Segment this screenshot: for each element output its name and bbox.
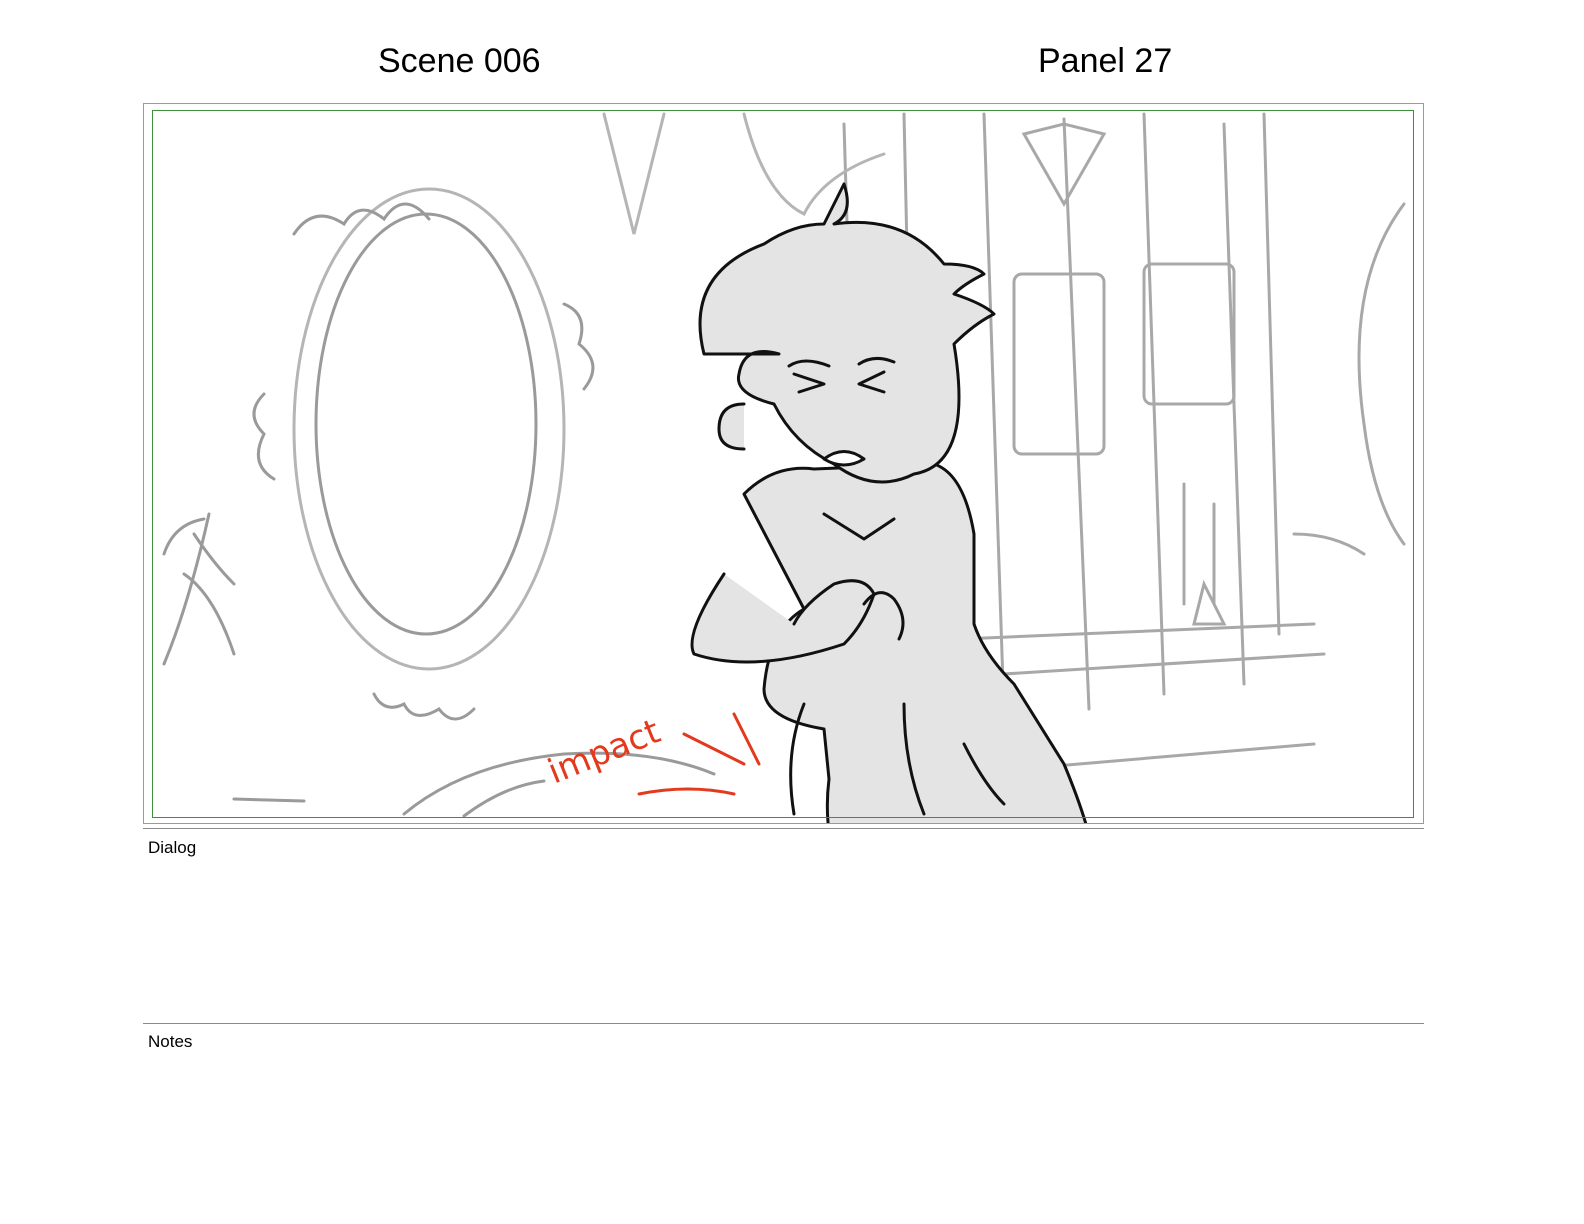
safe-frame bbox=[152, 110, 1414, 818]
panel-number: Panel 27 bbox=[1038, 42, 1173, 80]
dialog-divider bbox=[143, 828, 1424, 829]
scene-number: Scene 006 bbox=[378, 42, 541, 80]
notes-label: Notes bbox=[148, 1032, 193, 1051]
notes-divider bbox=[143, 1023, 1424, 1024]
dialog-label: Dialog bbox=[148, 838, 197, 857]
